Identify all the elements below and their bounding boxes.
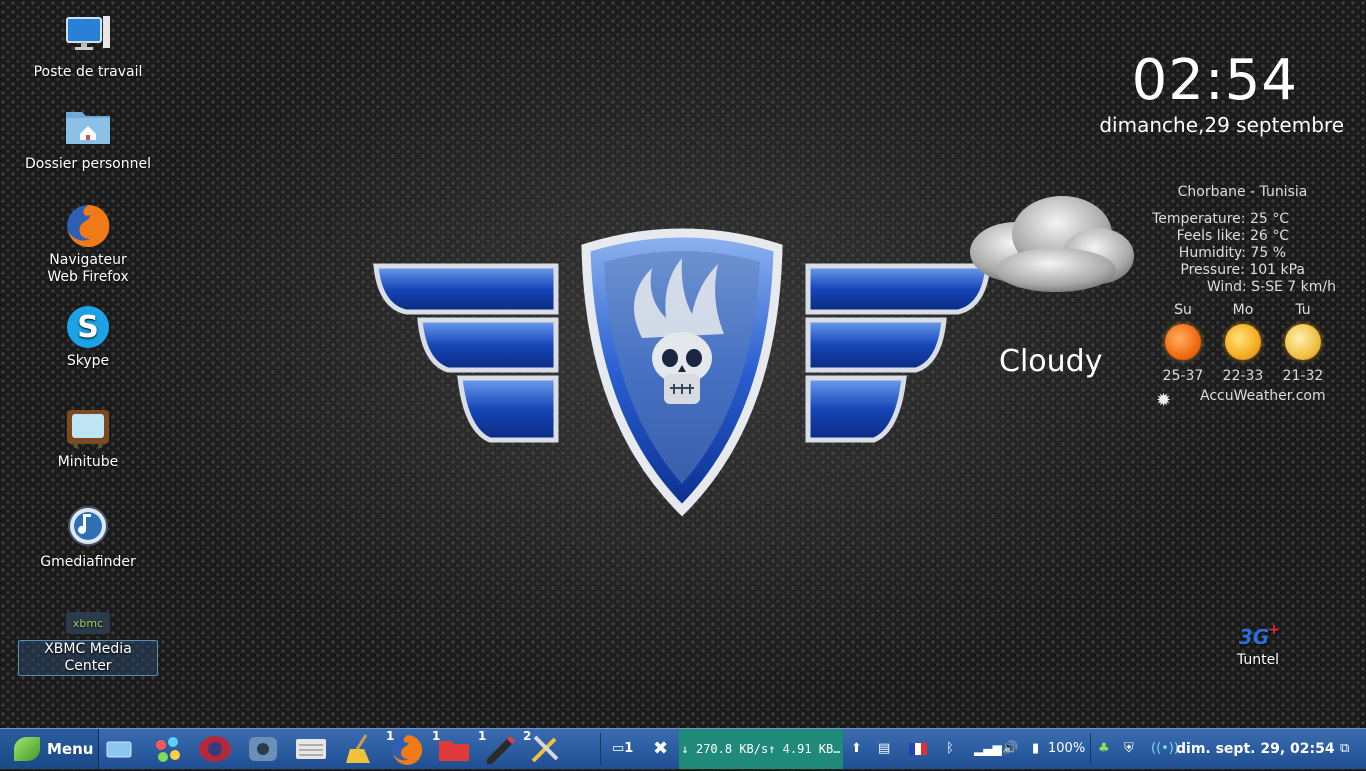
forecast-day-name: Su [1174, 302, 1192, 318]
weather-wind: Wind: S-SE 7 km/h [1206, 279, 1336, 295]
weather-pressure: Pressure: 101 kPa [1180, 262, 1305, 278]
svg-text:S: S [77, 310, 99, 345]
desktop-icon-xbmc[interactable]: xbmc XBMC Media Center [18, 608, 158, 676]
weather-source[interactable]: AccuWeather.com [1200, 388, 1326, 404]
wallpaper-emblem [373, 228, 991, 517]
home-folder-icon [64, 106, 112, 154]
desktop-icon-firefox[interactable]: Navigateur Web Firefox [18, 202, 158, 286]
webcam-icon[interactable] [247, 733, 279, 765]
mint-leaf-icon [14, 737, 40, 761]
weather-humidity: Humidity: 75 % [1178, 245, 1286, 261]
forecast-range: 25-37 [1162, 368, 1204, 384]
volume-icon[interactable]: 🔊 [1002, 729, 1018, 769]
battery-percent: 100% [1048, 741, 1086, 756]
forecast-day: Mo 22-33 [1213, 302, 1273, 384]
cloud-icon [970, 196, 1134, 292]
forecast-range: 21-32 [1282, 368, 1324, 384]
desktop-icon-label: Poste de travail [33, 64, 143, 80]
text-editor-icon[interactable] [483, 733, 515, 765]
weather-temperature: Temperature: 25 °C [1152, 211, 1289, 227]
desktop-icon-gmediafinder[interactable]: Gmediafinder [18, 504, 158, 571]
desktop-icon-skype[interactable]: S Skype [18, 303, 158, 370]
svg-text:xbmc: xbmc [73, 617, 103, 630]
firefox-icon [64, 202, 112, 250]
desktop-clock-date: dimanche,29 septembre [1099, 113, 1344, 137]
weather-condition: Cloudy [999, 344, 1103, 379]
keyboard-icon[interactable] [294, 733, 326, 765]
wireless-icon[interactable]: ((•)) [1151, 729, 1179, 769]
apps-dots-icon[interactable] [151, 733, 183, 765]
taskbar-separator [600, 733, 601, 765]
desktop-icon-label: Gmediafinder [40, 554, 136, 570]
accuweather-sun-icon: ✹ [1156, 390, 1172, 411]
svg-text:+: + [1268, 622, 1280, 638]
taskbar: Menu 1 1 1 2 ▭1 ✖ ↓ 270.8 KB/s↑ 4.91 KB…… [0, 728, 1366, 769]
drive-icon[interactable]: ▤ [878, 729, 890, 769]
desktop-icon-label: Minitube [57, 454, 119, 470]
skype-icon: S [64, 303, 112, 351]
network-speed-monitor[interactable]: ↓ 270.8 KB/s↑ 4.91 KB… [679, 729, 843, 769]
wallpaper-app-icon[interactable] [197, 733, 231, 765]
desktop-icon-computer[interactable]: Poste de travail [18, 14, 158, 81]
sun-icon [1285, 324, 1321, 360]
forecast-range: 22-33 [1222, 368, 1264, 384]
forecast-day-name: Mo [1232, 302, 1254, 318]
firefox-icon[interactable] [390, 733, 423, 765]
broom-cleaner-icon[interactable] [342, 733, 374, 765]
chat-count: 1 [624, 741, 634, 756]
show-desktop-icon[interactable] [103, 733, 135, 765]
tv-icon [64, 404, 112, 452]
menu-label: Menu [47, 740, 94, 758]
svg-text:3G: 3G [1239, 625, 1269, 649]
upload-arrow-icon[interactable]: ⬆ [851, 729, 862, 769]
desktop-icon-minitube[interactable]: Minitube [18, 404, 158, 471]
weather-feels-like: Feels like: 26 °C [1176, 228, 1289, 244]
forecast-day: Su 25-37 [1153, 302, 1213, 384]
bluetooth-icon[interactable]: ᛒ [946, 729, 954, 769]
taskbar-clock[interactable]: dim. sept. 29, 02:54 [1176, 729, 1335, 769]
desktop-icon-label: Tuntel [1236, 652, 1280, 668]
chat-notification-icon[interactable]: ▭1 [612, 729, 633, 769]
sun-icon [1225, 324, 1261, 360]
taskbar-separator [1090, 733, 1091, 765]
computer-icon [64, 14, 112, 62]
forecast-day-name: Tu [1295, 302, 1311, 318]
forecast-day: Tu 21-32 [1273, 302, 1333, 384]
desktop-icon-label: Dossier personnel [24, 156, 151, 172]
shield-icon[interactable]: ⛨ [1124, 729, 1134, 769]
menu-button[interactable]: Menu [0, 729, 99, 769]
folder-icon[interactable] [437, 733, 469, 765]
desktop-icon-label: Navigateur Web Firefox [47, 252, 129, 285]
signal-strength-icon[interactable]: ▂▄▆ [974, 729, 1002, 769]
xbmc-icon: xbmc [64, 608, 112, 638]
3g-plus-icon: 3G + [1234, 622, 1282, 650]
french-flag-icon[interactable] [909, 729, 927, 769]
weather-location: Chorbane - Tunisia [1177, 184, 1308, 200]
desktop-icon-label: XBMC Media Center [18, 640, 158, 676]
desktop-icon-tuntel[interactable]: 3G + Tuntel [1188, 622, 1328, 669]
show-windows-icon[interactable]: ⧉ [1340, 729, 1349, 769]
battery-icon[interactable]: ▮ [1032, 729, 1039, 769]
desktop-icon-home[interactable]: Dossier personnel [18, 106, 158, 173]
sun-icon [1165, 324, 1201, 360]
desktop-clock-time: 02:54 [1131, 48, 1298, 113]
close-x-icon[interactable]: ✖ [653, 729, 668, 769]
desktop-icon-label: Skype [66, 353, 110, 369]
music-note-icon [64, 504, 112, 552]
network-manager-icon[interactable]: ♣ [1098, 729, 1110, 769]
settings-tools-icon[interactable] [529, 733, 561, 765]
